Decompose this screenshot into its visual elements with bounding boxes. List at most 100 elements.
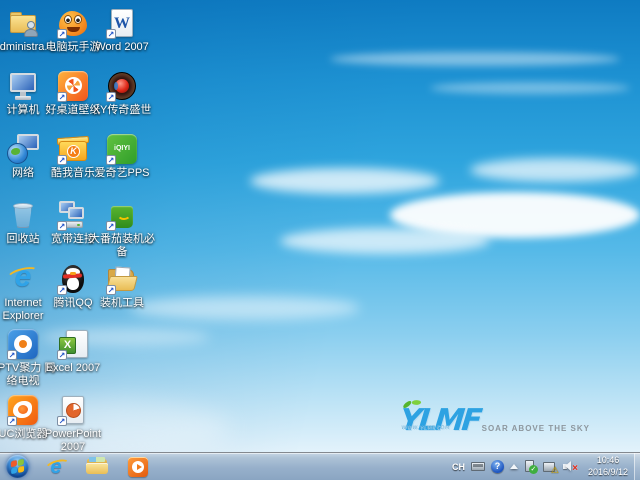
- desktop-icon-label: 大番茄装机必备: [88, 233, 156, 259]
- taskbar-internet-explorer-button[interactable]: e: [44, 455, 68, 479]
- wallpaper-icon-part: [65, 77, 82, 94]
- desktop-icon-label: Word 2007: [88, 41, 156, 54]
- desktop-icon-ie[interactable]: eInternet Explorer: [0, 263, 46, 323]
- word-icon: W↗: [106, 7, 138, 39]
- show-hidden-icons-button[interactable]: [510, 464, 518, 469]
- shortcut-arrow-icon: ↗: [106, 155, 116, 165]
- shortcut-arrow-icon: ↗: [57, 350, 67, 360]
- mute-badge-icon: ×: [572, 464, 578, 474]
- flag-pane: [18, 466, 24, 473]
- shortcut-arrow-icon: ↗: [106, 29, 116, 39]
- recycle-icon-part: [13, 203, 33, 209]
- admin-icon-part: [24, 29, 38, 37]
- kuwo-icon-part: K: [67, 145, 80, 158]
- desktop-icon-label: 装机工具: [88, 297, 156, 310]
- clock-date: 2016/9/12: [588, 467, 628, 479]
- desktop-icon-label: Excel 2007: [39, 362, 107, 375]
- desktop-icon-pptv[interactable]: ↗PPTV聚力 网络电视: [0, 328, 46, 388]
- internet-explorer-icon: e: [50, 456, 61, 478]
- shortcut-arrow-icon: ↗: [57, 92, 67, 102]
- desktop-icon-ppt[interactable]: ↗PowerPoint 2007: [50, 394, 96, 454]
- wallpaper-icon: ↗: [57, 70, 89, 102]
- broadband-icon: ↗: [57, 199, 89, 231]
- flag-pane: [18, 459, 24, 466]
- desktop-icon-excel[interactable]: X↗Excel 2007: [50, 328, 96, 375]
- flag-pane: [11, 467, 17, 474]
- taskbar-windows-explorer-button[interactable]: [85, 455, 109, 479]
- shortcut-arrow-icon: ↗: [57, 29, 67, 39]
- shortcut-arrow-icon: ↗: [57, 416, 67, 426]
- folder-front-icon: [86, 463, 108, 474]
- kuwo-icon: K↗: [57, 133, 89, 165]
- computer-icon: [7, 70, 39, 102]
- ylmf-logo: YLMF WWW.YLMF.COM SOAR ABOVE THE SKY: [400, 406, 590, 436]
- cloud: [470, 158, 640, 182]
- shortcut-arrow-icon: ↗: [106, 221, 116, 231]
- ylmf-url: WWW.YLMF.COM: [400, 413, 452, 443]
- safely-remove-hardware-icon[interactable]: ✓: [524, 460, 537, 473]
- xy-icon-part: [114, 82, 118, 90]
- media-player-icon: [128, 457, 148, 477]
- desktop-icon-label: XY传奇盛世: [88, 104, 156, 117]
- qq-icon: ↗: [57, 263, 89, 295]
- shortcut-arrow-icon: ↗: [7, 350, 17, 360]
- monster-icon-part: [64, 15, 72, 24]
- desktop: Administra...↗电脑玩手游W↗Word 2007计算机↗好桌道壁纸↗…: [0, 0, 640, 480]
- media-player-play-icon: [137, 464, 142, 470]
- recycle-icon-part: [14, 206, 32, 228]
- volume-muted-icon[interactable]: ×: [563, 460, 578, 473]
- check-badge-icon: ✓: [529, 465, 538, 474]
- broadband-icon-part: [68, 207, 84, 219]
- network-status-icon[interactable]: ⚠: [543, 461, 557, 473]
- taskbar-apps: e: [44, 453, 150, 480]
- iqiyi-icon-part: iQIYI: [106, 145, 138, 152]
- pptv-icon-part: [19, 340, 27, 348]
- help-tray-icon[interactable]: ?: [491, 460, 504, 473]
- ylmf-tagline: SOAR ABOVE THE SKY: [482, 424, 590, 433]
- uc-icon-part: [18, 405, 28, 414]
- taskbar-media-player-button[interactable]: [126, 455, 150, 479]
- desktop-icon-label: PowerPoint 2007: [39, 428, 107, 454]
- flag-pane: [11, 460, 17, 467]
- tools-icon: ↗: [106, 263, 138, 295]
- computer-icon-part: [15, 96, 31, 100]
- shortcut-arrow-icon: ↗: [57, 155, 67, 165]
- taskbar-clock[interactable]: 10:46 2016/9/12: [588, 455, 628, 478]
- shortcut-arrow-icon: ↗: [57, 285, 67, 295]
- tomato-icon: ↗: [106, 199, 138, 231]
- start-button[interactable]: [6, 455, 29, 478]
- desktop-icon-iqiyi[interactable]: iQIYI↗爱奇艺PPS: [99, 133, 145, 180]
- excel-icon: X↗: [57, 328, 89, 360]
- ppt-icon: ↗: [57, 394, 89, 426]
- network-icon-part: [7, 143, 28, 164]
- ie-icon: e: [7, 263, 39, 295]
- cloud: [430, 82, 630, 94]
- desktop-icon-tools[interactable]: ↗装机工具: [99, 263, 145, 310]
- system-tray: CH ? ✓ ⚠ × 10:46 2016/9/12: [452, 453, 628, 480]
- iqiyi-icon: iQIYI ↗: [106, 133, 138, 165]
- xy-icon: ↗: [106, 70, 138, 102]
- shortcut-arrow-icon: ↗: [106, 285, 116, 295]
- shortcut-arrow-icon: ↗: [7, 416, 17, 426]
- monster-icon: ↗: [57, 7, 89, 39]
- desktop-icon-tomato[interactable]: ↗大番茄装机必备: [99, 199, 145, 259]
- keyboard-icon[interactable]: [471, 462, 485, 471]
- taskbar: e CH ? ✓ ⚠: [0, 452, 640, 480]
- folder-papers-icon: [89, 457, 105, 462]
- uc-icon: ↗: [7, 394, 39, 426]
- language-indicator[interactable]: CH: [452, 462, 465, 472]
- qq-icon-part: [67, 277, 79, 290]
- cloud: [330, 52, 620, 66]
- ppt-icon-part: [66, 403, 81, 418]
- computer-icon-part: [10, 73, 36, 92]
- show-desktop-button[interactable]: [634, 453, 640, 480]
- warning-badge-icon: ⚠: [551, 466, 559, 475]
- admin-icon-part: [27, 21, 35, 29]
- cloud: [130, 296, 360, 320]
- desktop-icon-label: 爱奇艺PPS: [88, 167, 156, 180]
- desktop-icon-xy[interactable]: ↗XY传奇盛世: [99, 70, 145, 117]
- network-icon: [7, 133, 39, 165]
- admin-icon: [7, 7, 39, 39]
- shortcut-arrow-icon: ↗: [106, 92, 116, 102]
- desktop-icon-word[interactable]: W↗Word 2007: [99, 7, 145, 54]
